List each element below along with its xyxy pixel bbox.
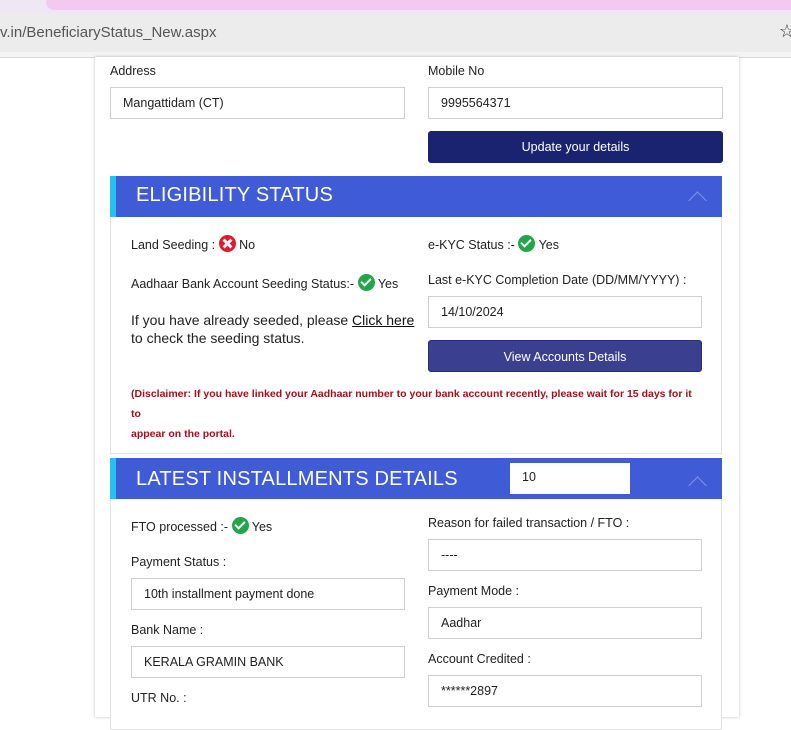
update-details-button[interactable]: Update your details — [428, 131, 723, 163]
check-circle-icon — [357, 274, 375, 291]
section-accent-bar — [110, 176, 116, 217]
ekyc-date-field[interactable]: 14/10/2024 — [428, 296, 702, 328]
land-seeding-row: Land Seeding : No — [131, 235, 255, 252]
check-circle-icon — [231, 517, 249, 534]
fto-processed-label: FTO processed :- — [131, 520, 229, 534]
disclaimer-text: (Disclaimer: If you have linked your Aad… — [131, 384, 701, 444]
disclaimer-line2: appear on the portal. — [131, 428, 235, 440]
seeding-help-text: If you have already seeded, please Click… — [131, 311, 421, 347]
chevron-up-icon[interactable] — [688, 476, 707, 495]
fto-processed-value: Yes — [251, 520, 273, 534]
click-here-link[interactable]: Click here — [352, 312, 414, 328]
view-accounts-button[interactable]: View Accounts Details — [428, 340, 702, 372]
eligibility-header[interactable]: ELIGIBILITY STATUS — [110, 176, 722, 217]
payment-status-field[interactable]: 10th installment payment done — [131, 578, 405, 610]
disclaimer-line1: (Disclaimer: If you have linked your Aad… — [131, 388, 692, 420]
bank-name-field[interactable]: KERALA GRAMIN BANK — [131, 646, 405, 678]
land-seeding-value: No — [239, 238, 256, 252]
address-label: Address — [110, 64, 156, 78]
reason-label: Reason for failed transaction / FTO : — [428, 516, 630, 530]
url-text[interactable]: v.in/BeneficiaryStatus_New.aspx — [0, 24, 217, 41]
aadhaar-seeding-value: Yes — [377, 277, 399, 291]
installment-select[interactable]: 10 — [510, 463, 630, 494]
fto-processed-row: FTO processed :- Yes — [131, 517, 272, 534]
address-field[interactable]: Mangattidam (CT) — [110, 87, 405, 119]
installments-title: LATEST INSTALLMENTS DETAILS — [136, 468, 458, 490]
help-suffix: to check the seeding status. — [131, 330, 305, 346]
payment-mode-field[interactable]: Aadhar — [428, 607, 702, 639]
eligibility-title: ELIGIBILITY STATUS — [136, 184, 333, 206]
help-prefix: If you have already seeded, please — [131, 312, 349, 328]
bank-name-label: Bank Name : — [131, 623, 204, 637]
address-bar[interactable]: v.in/BeneficiaryStatus_New.aspx ☆ — [0, 14, 791, 52]
chevron-up-icon[interactable] — [688, 191, 707, 210]
account-credited-field[interactable]: ******2897 — [428, 675, 702, 707]
installments-header[interactable]: LATEST INSTALLMENTS DETAILS 10 — [110, 458, 722, 499]
section-accent-bar — [110, 458, 116, 499]
mobile-label: Mobile No — [428, 64, 485, 78]
check-circle-icon — [518, 235, 536, 252]
cross-icon — [218, 235, 236, 252]
ekyc-date-label: Last e-KYC Completion Date (DD/MM/YYYY) … — [428, 273, 687, 287]
utr-label: UTR No. : — [131, 691, 187, 705]
beneficiary-status-card: Address Mangattidam (CT) Mobile No 99955… — [95, 57, 739, 730]
aadhaar-seeding-row: Aadhaar Bank Account Seeding Status:- Ye… — [131, 274, 398, 291]
ekyc-status-value: Yes — [538, 238, 559, 252]
aadhaar-seeding-label: Aadhaar Bank Account Seeding Status:- — [131, 277, 355, 291]
star-icon[interactable]: ☆ — [779, 21, 791, 42]
payment-status-label: Payment Status : — [131, 555, 227, 569]
ekyc-status-row: e-KYC Status :- Yes — [428, 235, 559, 252]
mobile-field[interactable]: 9995564371 — [428, 87, 723, 119]
active-tab[interactable] — [46, 0, 791, 10]
account-credited-label: Account Credited : — [428, 652, 531, 666]
ekyc-status-label: e-KYC Status :- — [428, 238, 515, 252]
land-seeding-label: Land Seeding : — [131, 238, 216, 252]
payment-mode-label: Payment Mode : — [428, 584, 520, 598]
tab-strip — [0, 0, 791, 14]
reason-field[interactable]: ---- — [428, 539, 702, 571]
